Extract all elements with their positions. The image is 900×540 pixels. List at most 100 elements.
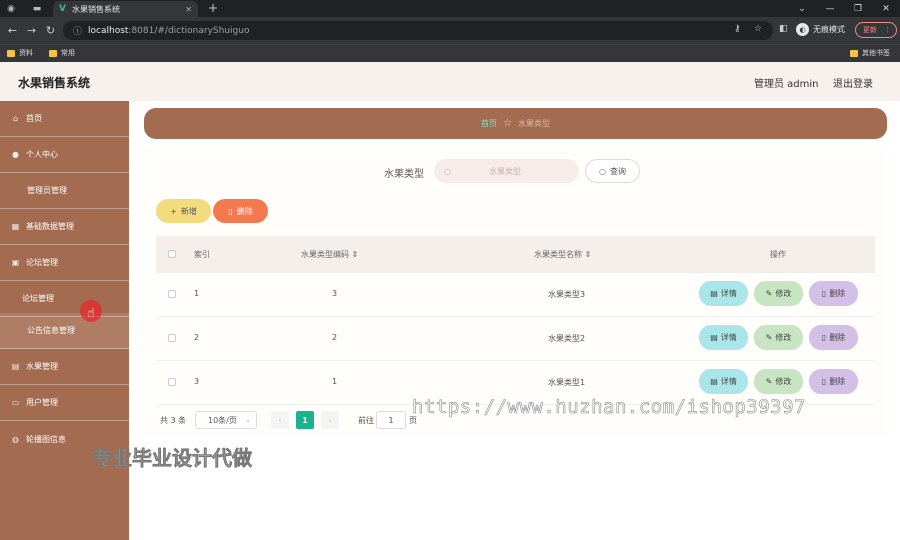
column-header-actions: 操作 [770,250,786,259]
column-header-name[interactable]: 水果类型名称 ⇕ [534,249,591,260]
home-icon: ⌂ [12,114,19,123]
update-button[interactable]: 更新 ⋮ [855,22,897,38]
browser-menu-icon[interactable]: ◉ [4,2,18,15]
query-button[interactable]: ○ 查询 [585,159,640,183]
goto-label: 前往 [358,416,374,425]
user-icon: ● [12,150,19,159]
forward-icon[interactable]: → [24,23,39,38]
breadcrumb-home[interactable]: 首页 [481,118,497,129]
row-delete-label: 删除 [829,333,846,342]
tab-search-icon[interactable]: ▬ [30,2,44,15]
row-delete-label: 删除 [829,377,846,386]
cell-index: 1 [194,289,200,298]
sidebar-item-users[interactable]: ▭ 用户管理 [0,385,129,421]
sidebar-subitem-forum[interactable]: 论坛管理 [0,281,129,317]
back-icon[interactable]: ← [5,23,20,38]
sort-icon[interactable]: ⇕ [585,250,592,259]
next-page-button[interactable]: › [321,411,339,429]
row-checkbox[interactable] [168,378,176,386]
bookmark-folder[interactable]: 资料 [7,48,33,58]
sidebar-item-label: 论坛管理 [22,294,54,303]
detail-icon: ▤ [710,333,718,342]
sort-icon[interactable]: ⇕ [352,250,359,259]
edit-button[interactable]: ✎ 修改 [754,369,803,394]
new-tab-icon[interactable]: + [208,1,218,15]
column-header-code[interactable]: 水果类型编码 ⇕ [301,249,358,260]
site-info-icon[interactable]: ⓘ [73,24,82,37]
sidebar-item-base-data[interactable]: ▦ 基础数据管理 [0,209,129,245]
content-panel: 水果类型 ○ 水果类型 ○ 查询 + 新增 ▯ 删除 索引 水果类型编码 ⇕ 水… [144,148,887,438]
delete-button-label: 删除 [236,206,253,216]
delete-button[interactable]: ▯ 删除 [213,199,268,223]
bookmark-folder-other[interactable]: 其他书签 [850,48,890,58]
sidebar-item-admin[interactable]: 管理员管理 [0,173,129,209]
bookmark-star-icon[interactable]: ☆ [754,24,762,34]
detail-button[interactable]: ▤ 详情 [699,325,748,350]
watermark-url: https://www.huzhan.com/ishop39397 [412,396,806,419]
chat-icon: ▣ [11,258,20,267]
tab-list-icon[interactable]: ⌄ [788,0,816,17]
edit-button[interactable]: ✎ 修改 [754,325,803,350]
url-host: localhost [88,25,129,36]
sidebar-item-label: 个人中心 [26,150,58,159]
goto-page-input[interactable]: 1 [376,411,406,429]
browser-toolbar: ← → ↻ ⓘ localhost:8081/#/dictionaryShuig… [0,17,900,44]
address-bar[interactable]: ⓘ localhost:8081/#/dictionaryShuiguo [63,21,773,40]
sidebar: ⌂ 首页 ● 个人中心 管理员管理 ▦ 基础数据管理 ▣ 论坛管理 论坛管理 公告信息管… [0,101,129,540]
reload-icon[interactable]: ↻ [43,23,58,38]
side-panel-icon[interactable]: ◧ [779,24,788,34]
sidebar-item-forum[interactable]: ▣ 论坛管理 [0,245,129,281]
trash-icon: ▯ [228,206,233,216]
folder-icon [850,49,858,57]
browser-tab-active[interactable]: V 水果销售系统 ✕ [53,1,198,17]
tab-title: 水果销售系统 [71,4,120,14]
row-delete-button[interactable]: ▯ 删除 [809,281,858,306]
sidebar-item-label: 管理员管理 [27,186,67,195]
logout-link[interactable]: 退出登录 [833,75,873,90]
detail-button[interactable]: ▤ 详情 [699,281,748,306]
sidebar-item-notice[interactable]: 公告信息管理 [0,313,129,349]
sidebar-item-label: 基础数据管理 [26,222,74,231]
page-number-current[interactable]: 1 [296,411,314,429]
incognito-indicator[interactable]: ◐ 无痕模式 [796,23,845,36]
edit-button[interactable]: ✎ 修改 [754,281,803,306]
select-all-checkbox[interactable] [168,250,176,258]
sidebar-item-label: 论坛管理 [26,258,58,267]
sidebar-item-fruit[interactable]: ▤ 水果管理 [0,349,129,385]
row-delete-button[interactable]: ▯ 删除 [809,325,858,350]
star-icon: ☆ [503,118,512,129]
detail-label: 详情 [720,377,737,386]
key-icon[interactable]: ⚷ [734,24,741,34]
tab-close-icon[interactable]: ✕ [185,5,192,14]
incognito-label: 无痕模式 [813,25,845,34]
bookmark-folder[interactable]: 常用 [49,48,75,58]
cell-name: 水果类型3 [548,290,586,299]
more-menu-icon[interactable]: ⋮ [884,26,891,34]
sidebar-item-label: 首页 [26,114,42,123]
row-checkbox[interactable] [168,334,176,342]
search-input[interactable]: ○ 水果类型 [434,159,579,183]
add-button[interactable]: + 新增 [156,199,211,223]
sidebar-item-label: 轮播图信息 [26,434,66,444]
close-window-icon[interactable]: ✕ [872,0,900,17]
trash-icon: ▯ [821,333,827,342]
minimize-icon[interactable]: — [816,0,844,17]
column-header-label: 水果类型编码 [301,250,349,259]
search-icon: ○ [599,166,606,176]
detail-label: 详情 [720,289,737,298]
row-delete-button[interactable]: ▯ 删除 [809,369,858,394]
page-size-select[interactable]: 10条/页 ⌄ [195,411,257,429]
row-checkbox[interactable] [168,290,176,298]
watermark-slogan: 专业毕业设计代做 [92,446,253,471]
restore-icon[interactable]: ❐ [844,0,872,17]
edit-label: 修改 [775,289,792,298]
folder-icon [49,49,57,57]
detail-icon: ▤ [710,289,718,298]
users-icon: ▭ [11,398,20,407]
search-placeholder: 水果类型 [488,166,521,176]
detail-button[interactable]: ▤ 详情 [699,369,748,394]
sidebar-item-home[interactable]: ⌂ 首页 [0,101,129,137]
page-size-value: 10条/页 [208,415,237,425]
prev-page-button[interactable]: ‹ [271,411,289,429]
sidebar-item-profile[interactable]: ● 个人中心 [0,137,129,173]
